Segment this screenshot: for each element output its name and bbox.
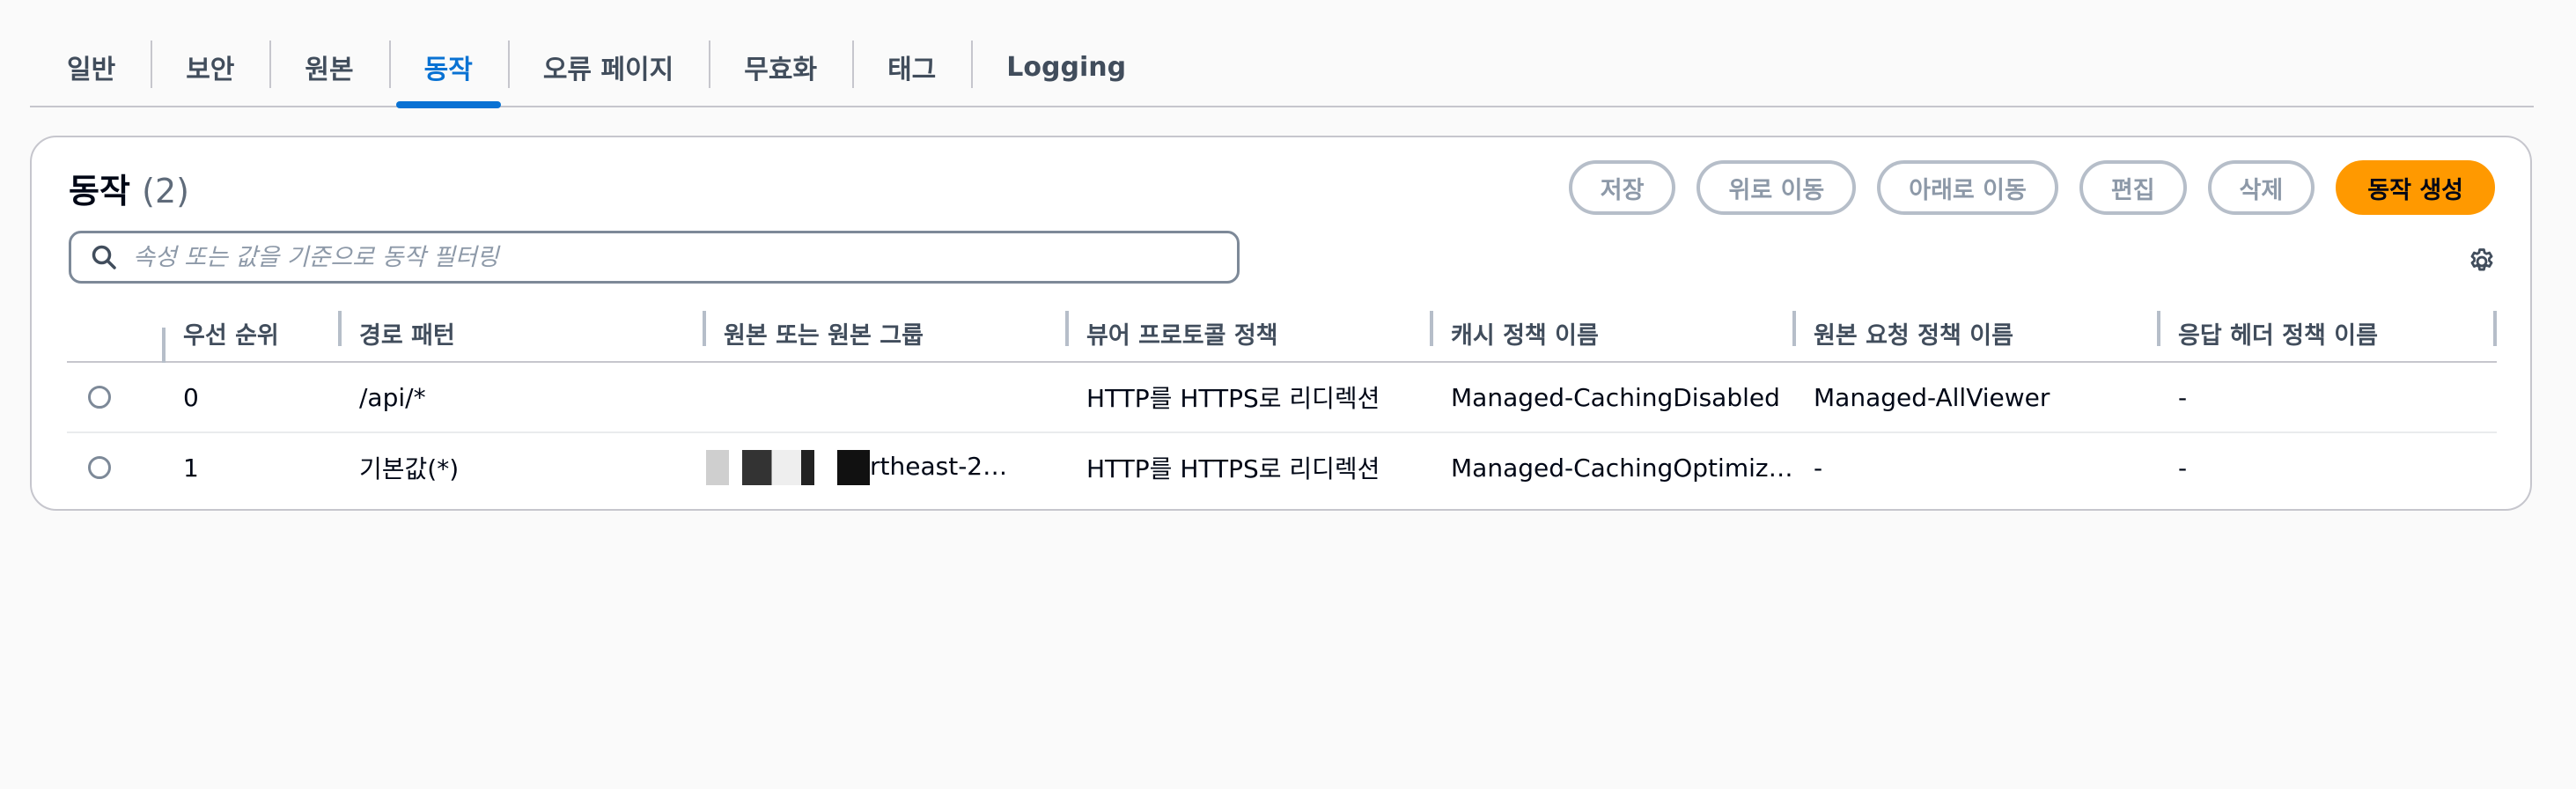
header-cache-policy[interactable]: 캐시 정책 이름	[1433, 310, 1796, 350]
table-header: 우선 순위 경로 패턴 원본 또는 원본 그룹 뷰어 프로토콜 정책 캐시 정책…	[67, 305, 2497, 363]
behaviors-panel: 동작 (2) 저장 위로 이동 아래로 이동 편집 삭제 동작 생성 우선 순위…	[30, 136, 2532, 511]
cell-viewer-protocol: HTTP를 HTTPS로 리디렉션	[1086, 454, 1380, 483]
action-buttons: 저장 위로 이동 아래로 이동 편집 삭제 동작 생성	[1568, 160, 2495, 215]
cell-viewer-protocol: HTTP를 HTTPS로 리디렉션	[1086, 384, 1380, 413]
panel-title: 동작 (2)	[69, 164, 189, 212]
redaction-block	[706, 450, 870, 485]
tab-tags[interactable]: 태그	[852, 28, 971, 106]
save-button[interactable]: 저장	[1568, 160, 1676, 215]
cell-response-headers-policy: -	[2178, 382, 2188, 412]
cell-origin-request-policy: -	[1814, 453, 1823, 483]
tab-behaviors[interactable]: 동작	[388, 28, 508, 108]
cell-origin-text: rtheast-2…	[870, 452, 1008, 481]
cell-origin-request-policy: Managed-AllViewer	[1814, 382, 2050, 412]
move-down-button[interactable]: 아래로 이동	[1877, 160, 2058, 215]
panel-title-text: 동작	[69, 172, 130, 210]
header-priority[interactable]: 우선 순위	[166, 310, 342, 350]
cell-response-headers-policy: -	[2178, 453, 2188, 483]
panel-title-count: (2)	[142, 172, 189, 210]
tab-general[interactable]: 일반	[30, 28, 151, 106]
filter-search-input[interactable]	[131, 242, 1237, 272]
row-select[interactable]	[67, 386, 166, 409]
behaviors-table: 우선 순위 경로 패턴 원본 또는 원본 그룹 뷰어 프로토콜 정책 캐시 정책…	[67, 305, 2497, 502]
header-path-pattern[interactable]: 경로 패턴	[342, 310, 706, 350]
header-viewer-protocol[interactable]: 뷰어 프로토콜 정책	[1069, 310, 1433, 350]
tab-invalidations[interactable]: 무효화	[709, 28, 852, 106]
edit-button[interactable]: 편집	[2079, 160, 2187, 215]
search-icon	[92, 245, 116, 269]
tab-origins[interactable]: 원본	[269, 28, 388, 106]
table-row[interactable]: 0 /api/* HTTP를 HTTPS로 리디렉션 Managed-Cachi…	[67, 363, 2497, 433]
create-behavior-button[interactable]: 동작 생성	[2336, 160, 2495, 215]
table-row[interactable]: 1 기본값(*) rtheast-2… HTTP를 HTTPS로 리디렉션 Ma…	[67, 433, 2497, 502]
cell-cache-policy: Managed-CachingDisabled	[1451, 382, 1780, 412]
header-origin[interactable]: 원본 또는 원본 그룹	[706, 310, 1069, 350]
tab-security[interactable]: 보안	[151, 28, 269, 106]
row-radio[interactable]	[88, 386, 111, 409]
cell-path-pattern: 기본값(*)	[359, 454, 460, 483]
row-select[interactable]	[67, 456, 166, 479]
delete-button[interactable]: 삭제	[2207, 160, 2315, 215]
gear-icon[interactable]	[2467, 247, 2497, 277]
cell-origin: rtheast-2…	[706, 450, 1069, 485]
cell-path-pattern: /api/*	[359, 382, 426, 412]
cell-cache-policy: Managed-CachingOptimized	[1451, 453, 1796, 483]
filter-search-box[interactable]	[69, 231, 1240, 284]
header-origin-request-policy[interactable]: 원본 요청 정책 이름	[1796, 310, 2160, 350]
tab-bar: 일반 보안 원본 동작 오류 페이지 무효화 태그 Logging	[30, 28, 2534, 108]
cell-priority: 0	[183, 382, 199, 412]
cell-priority: 1	[183, 453, 199, 483]
move-up-button[interactable]: 위로 이동	[1696, 160, 1857, 215]
row-radio[interactable]	[88, 456, 111, 479]
tab-error-pages[interactable]: 오류 페이지	[507, 28, 709, 106]
tab-logging[interactable]: Logging	[971, 28, 1161, 106]
header-response-headers-policy[interactable]: 응답 헤더 정책 이름	[2160, 310, 2497, 350]
